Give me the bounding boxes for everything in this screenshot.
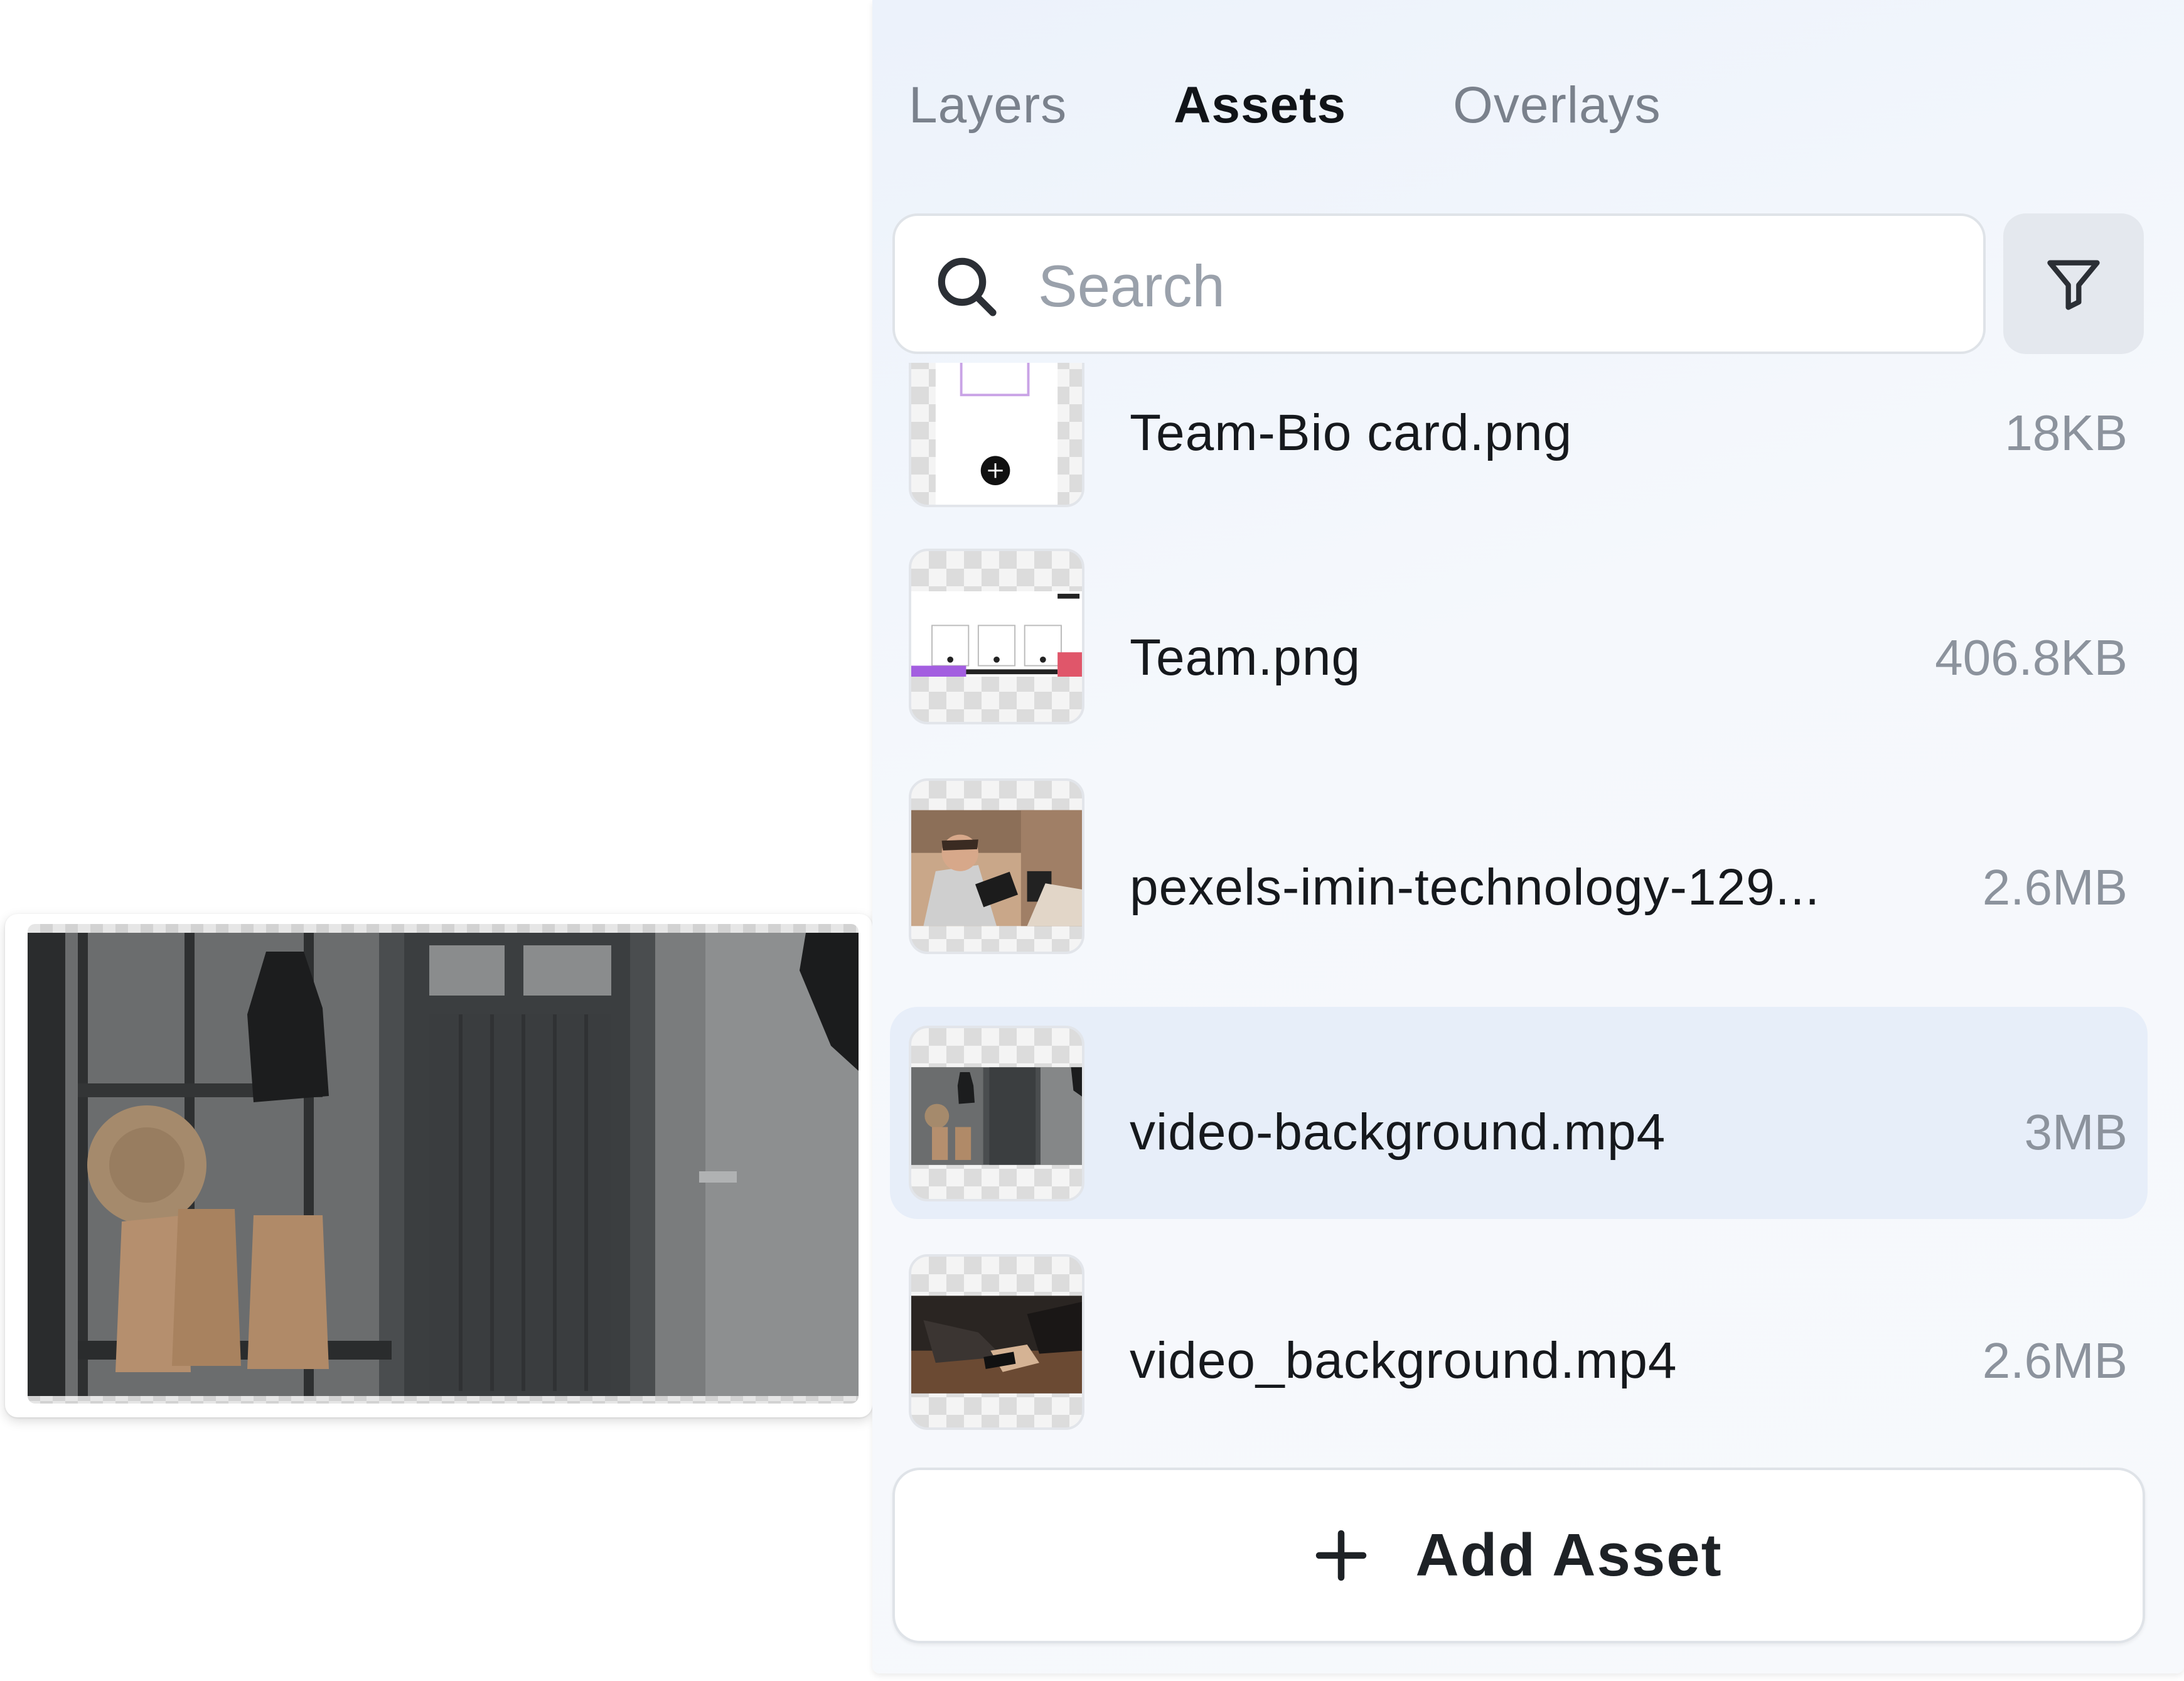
filter-icon bbox=[2047, 260, 2100, 310]
asset-row[interactable]: video_background.mp4 2.6MB bbox=[890, 1239, 2148, 1437]
asset-thumbnail bbox=[909, 363, 1084, 507]
asset-row[interactable]: Team-Bio card.png 18KB bbox=[890, 363, 2148, 537]
tab-assets[interactable]: Assets bbox=[1174, 76, 1346, 135]
asset-name: Team.png bbox=[1130, 629, 1361, 686]
add-asset-label: Add Asset bbox=[1415, 1522, 1723, 1589]
asset-thumbnail bbox=[909, 1026, 1084, 1201]
asset-name: video_background.mp4 bbox=[1130, 1332, 1678, 1389]
team-bio-card-preview bbox=[935, 363, 1058, 505]
filter-button[interactable] bbox=[2003, 213, 2144, 354]
plus-icon bbox=[1316, 1530, 1367, 1581]
app-stage: Layers Assets Overlays Search Team-Bio c… bbox=[0, 0, 2184, 1681]
asset-size: 18KB bbox=[2005, 405, 2128, 461]
asset-row[interactable]: Team.png 406.8KB bbox=[890, 549, 2148, 763]
asset-thumbnail bbox=[909, 549, 1084, 724]
video-frame-image bbox=[28, 933, 859, 1396]
asset-thumbnail bbox=[909, 1254, 1084, 1430]
team-page-preview bbox=[911, 591, 1082, 677]
asset-row[interactable]: pexels-imin-technology-129... 2.6MB bbox=[890, 778, 2148, 993]
search-input[interactable] bbox=[1038, 244, 1954, 329]
video-background-preview bbox=[911, 1067, 1082, 1165]
asset-name: video-background.mp4 bbox=[1130, 1104, 1666, 1161]
drag-preview-thumbnail bbox=[28, 924, 859, 1404]
drag-preview[interactable] bbox=[5, 914, 872, 1417]
asset-list: Team-Bio card.png 18KB Team.png 406.8KB … bbox=[890, 363, 2148, 1437]
asset-size: 406.8KB bbox=[1935, 630, 2128, 685]
panel-tabs: Layers Assets Overlays bbox=[909, 74, 1768, 137]
search-icon bbox=[938, 257, 997, 316]
asset-row-selected[interactable]: video-background.mp4 3MB bbox=[890, 1007, 2148, 1219]
video-background-2-preview bbox=[911, 1296, 1082, 1394]
asset-thumbnail bbox=[909, 778, 1084, 954]
asset-name: Team-Bio card.png bbox=[1130, 404, 1573, 461]
search-box[interactable] bbox=[892, 213, 1986, 354]
tab-overlays[interactable]: Overlays bbox=[1453, 76, 1661, 135]
assets-panel: Layers Assets Overlays Search Team-Bio c… bbox=[872, 0, 2184, 1673]
asset-size: 3MB bbox=[2024, 1104, 2128, 1160]
add-asset-button[interactable]: Add Asset bbox=[892, 1468, 2145, 1643]
asset-name: pexels-imin-technology-129... bbox=[1130, 859, 1821, 916]
tab-layers[interactable]: Layers bbox=[909, 76, 1067, 135]
asset-size: 2.6MB bbox=[1982, 1333, 2128, 1388]
asset-size: 2.6MB bbox=[1982, 859, 2128, 915]
pexels-photo-preview bbox=[911, 810, 1082, 926]
